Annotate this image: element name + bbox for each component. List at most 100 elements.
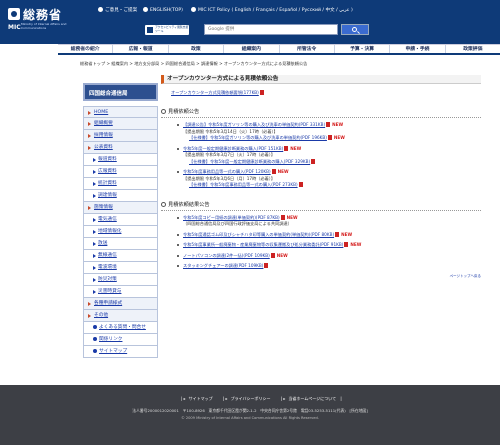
sidebar: 四国総合通信局 HOME 組織概要 採用情報 公表資料 報道資料 広報資料 統計資料 調達情報… — [83, 83, 158, 358]
document-link[interactable]: 令和5年度通話ゴム印及びシャチハタ印等購入の単価契約(単価契約)(PDF 80K… — [183, 232, 334, 237]
document-link[interactable]: 令和5年度一般定期健康診断業務の購入(PDF 151KB) — [183, 146, 283, 151]
nav-evaluation[interactable]: 政策評価 — [444, 45, 500, 53]
document-link[interactable]: 【調達公告】令和5年度ガソリン等の購入及び洗車の単価契約(PDF 331KB) — [183, 122, 325, 127]
new-badge: NEW — [350, 242, 362, 247]
sidebar-item[interactable]: サイトマップ — [83, 346, 158, 358]
pdf-icon — [259, 90, 264, 95]
sidebar-item[interactable]: 広報資料 — [83, 166, 158, 178]
sidebar-item[interactable]: 統計資料 — [83, 178, 158, 190]
page-top-link[interactable]: ページトップへ戻る — [161, 274, 481, 279]
footer-copyright: © 2009 Ministry of Internal Affairs and … — [181, 416, 319, 420]
site-header: 総務省 MIC Ministry of Internal Affairs and… — [0, 0, 500, 44]
pdf-icon — [335, 231, 340, 237]
document-link[interactable]: 令和5年度事務用品等一式の購入(PDF 120KB) — [183, 169, 271, 174]
section-heading-requests: 見積依頼公告 — [161, 108, 481, 118]
ict-policy-link[interactable]: MIC ICT Policy ( English / Français / Es… — [191, 7, 353, 13]
new-badge: NEW — [286, 214, 298, 220]
logo-mic: MIC — [8, 24, 21, 31]
list-item: （四国総合通信局及び四国行政評価支局による共同調達） — [183, 221, 481, 228]
nav-organization[interactable]: 組織案内 — [223, 45, 278, 53]
circle-icon — [161, 201, 166, 207]
logo-english: Ministry of Internal Affairs and Communi… — [21, 22, 67, 30]
list-item: 令和5年度通話ゴム印及びシャチハタ印等購入の単価契約(単価契約)(PDF 80K… — [177, 231, 481, 239]
sidebar-item[interactable]: 電波環境 — [83, 262, 158, 274]
sidebar-item[interactable]: HOME — [83, 106, 158, 118]
sidebar-item[interactable]: 採用情報 — [83, 130, 158, 142]
document-link[interactable]: 【仕様書】令和5年度事務用品等一式の購入(PDF 273KB) — [189, 182, 298, 187]
sidebar-item[interactable]: 無線通信 — [83, 250, 158, 262]
new-badge: NEW — [332, 122, 344, 127]
footer-sitemap[interactable]: | ▸ サイトマップ — [181, 396, 216, 401]
document-link[interactable]: 【仕様書】令和5年度一般定期健康診断業務の購入(PDF 329KB) — [189, 159, 310, 164]
nav-about[interactable]: 総務省の紹介 — [58, 45, 112, 53]
footer-links: | ▸ サイトマップ | ▸ プライバシーポリシー | ▸ 当省ホームページについて … — [178, 396, 345, 402]
list-item: 【仕様書】令和5年度一般定期健康診断業務の購入(PDF 329KB) — [189, 158, 481, 166]
accessibility-button[interactable]: アクセシビリティ閲覧支援ツール — [145, 25, 189, 35]
sidebar-item[interactable]: 災害時貸与 — [83, 286, 158, 298]
pdf-icon — [271, 169, 276, 174]
pdf-icon — [280, 214, 285, 220]
note-text: 【提出期限 令和5年3月6日（月）17時（必着）】 — [183, 175, 276, 181]
sidebar-item[interactable]: 組織概要 — [83, 118, 158, 130]
new-badge: NEW — [341, 231, 353, 237]
new-badge: NEW — [277, 169, 289, 174]
opinion-link[interactable]: ご意見・ご提案 — [98, 7, 137, 13]
sidebar-item[interactable]: 地域情報化 — [83, 226, 158, 238]
logo-kanji: 総務省 — [23, 8, 63, 22]
pdf-icon — [344, 242, 349, 247]
search-button[interactable] — [341, 24, 369, 35]
sidebar-item[interactable]: 関係リンク — [83, 334, 158, 346]
note-text: 【提出期限 令和5年3月14日（火）17時（必着）】 — [183, 128, 278, 134]
pdf-icon — [284, 145, 289, 151]
document-link[interactable]: 令和5年度コピー用紙の調達(単価契約)(PDF 87KB) — [183, 215, 280, 220]
document-link[interactable]: スタッキングチェアーの調達(PDF 109KB) — [183, 263, 263, 268]
page-title: オープンカウンター方式による見積依頼公告 — [161, 75, 481, 84]
sidebar-item[interactable]: 電気通信 — [83, 214, 158, 226]
pdf-icon — [326, 122, 331, 127]
sidebar-item[interactable]: よくある質問・問合せ — [83, 322, 158, 334]
sidebar-item[interactable]: 各種申請様式 — [83, 298, 158, 310]
search-icon — [352, 27, 357, 32]
sidebar-item[interactable]: 放送 — [83, 238, 158, 250]
sidebar-item[interactable]: 調達情報 — [83, 190, 158, 202]
footer-privacy[interactable]: | ▸ プライバシーポリシー — [223, 396, 274, 401]
list-item: 令和5年度事業所一般廃棄物・産業廃棄物等の収集運搬及び処分業務委託(PDF 91… — [177, 242, 481, 249]
circle-icon — [161, 109, 166, 114]
site-footer: | ▸ サイトマップ | ▸ プライバシーポリシー | ▸ 当省ホームページについて … — [0, 385, 500, 445]
pdf-icon — [311, 158, 316, 164]
document-link[interactable]: 【仕様書】令和5年度ガソリン等の購入及び洗車の単価契約(PDF 196KB) — [189, 135, 327, 140]
nav-press[interactable]: 広報・報道 — [112, 45, 167, 53]
note-text: 【提出期限 令和5年3月7日（火）17時（必着）】 — [183, 152, 276, 157]
english-link[interactable]: ENGLISH(TOP) — [143, 7, 183, 13]
sidebar-item[interactable]: 公表資料 — [83, 142, 158, 154]
sidebar-item[interactable]: 報道資料 — [83, 154, 158, 166]
sidebar-item[interactable]: 施策情報 — [83, 202, 158, 214]
new-badge: NEW — [333, 135, 345, 140]
footer-about-site[interactable]: | ▸ 当省ホームページについて | — [281, 396, 342, 401]
nav-budget[interactable]: 予算・決算 — [333, 45, 389, 53]
nav-laws[interactable]: 所管法令 — [278, 45, 334, 53]
list-item: スタッキングチェアーの調達(PDF 109KB) — [177, 263, 481, 270]
document-link[interactable]: ノートパソコンの調達(2件一括)(PDF 109KB) — [183, 253, 270, 258]
nav-policy[interactable]: 政策 — [167, 45, 223, 53]
breadcrumb[interactable]: 総務省トップ > 組織案内 > 地方支分部局 > 四国総合通信局 > 調達情報 … — [80, 61, 307, 67]
search-input[interactable] — [205, 25, 337, 34]
global-nav: 総務省の紹介 広報・報道 政策 組織案内 所管法令 予算・決算 申請・手続 政策… — [58, 44, 500, 55]
new-badge: NEW — [290, 145, 302, 151]
note-text: （四国総合通信局及び四国行政評価支局による共同調達） — [183, 221, 292, 226]
document-link[interactable]: 令和5年度事業所一般廃棄物・産業廃棄物等の収集運搬及び処分業務委託(PDF 91… — [183, 242, 343, 247]
sidebar-item[interactable]: その他 — [83, 310, 158, 322]
sidebar-item[interactable]: 防災対策 — [83, 274, 158, 286]
list-item: ノートパソコンの調達(2件一括)(PDF 109KB) NEW — [177, 252, 481, 260]
main-content: オープンカウンター方式による見積依頼公告 オープンカウンター方式見積依頼要領(1… — [161, 75, 481, 279]
radio-icon — [191, 7, 196, 12]
new-badge: NEW — [276, 252, 288, 258]
list-item: 【仕様書】令和5年度事務用品等一式の購入(PDF 273KB) — [189, 182, 481, 189]
nav-applications[interactable]: 申請・手続 — [389, 45, 444, 53]
search-box[interactable] — [204, 24, 338, 35]
pdf-icon — [298, 182, 303, 187]
site-logo[interactable]: 総務省 MIC Ministry of Internal Affairs and… — [8, 4, 78, 34]
guideline-link[interactable]: オープンカウンター方式見積依頼要領(177KB) — [171, 90, 481, 96]
radio-icon — [98, 7, 103, 12]
accessibility-icon — [147, 27, 153, 33]
